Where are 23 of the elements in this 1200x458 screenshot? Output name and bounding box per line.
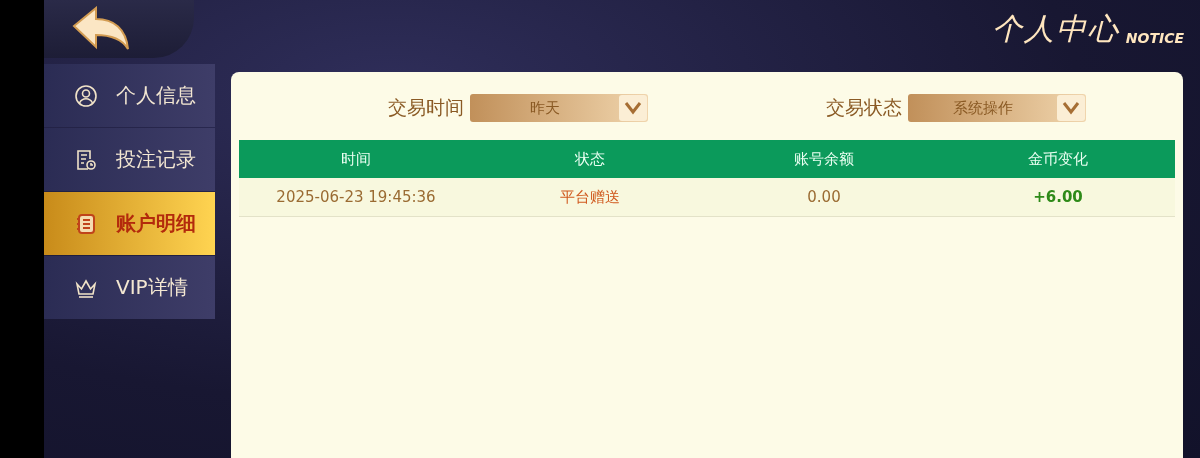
column-header: 状态 — [473, 140, 707, 178]
document-clock-icon — [74, 147, 98, 172]
chevron-down-icon — [624, 101, 642, 115]
column-header: 账号余额 — [707, 140, 941, 178]
page-title: 个人中心 — [991, 9, 1120, 48]
sidebar-item[interactable]: 投注记录 — [44, 128, 215, 191]
back-arrow-icon — [72, 6, 132, 52]
sidebar-item[interactable]: VIP详情 — [44, 256, 215, 319]
table-cell: 0.00 — [707, 178, 941, 217]
column-header: 时间 — [239, 140, 473, 178]
filter-label: 交易状态 — [826, 95, 902, 120]
column-header: 金币变化 — [941, 140, 1175, 178]
filter-label: 交易时间 — [388, 95, 464, 120]
chevron-down-icon — [1062, 101, 1080, 115]
table-cell: 平台赠送 — [473, 178, 707, 217]
sidebar-item[interactable]: 账户明细 — [44, 192, 215, 255]
user-icon — [74, 83, 98, 108]
notebook-icon — [74, 211, 98, 236]
page-subtitle: NOTICE — [1125, 29, 1184, 48]
table-cell: 2025-06-23 19:45:36 — [239, 178, 473, 217]
sidebar-item[interactable]: 个人信息 — [44, 64, 215, 127]
back-button[interactable] — [44, 0, 194, 58]
table-cell: +6.00 — [941, 178, 1175, 217]
